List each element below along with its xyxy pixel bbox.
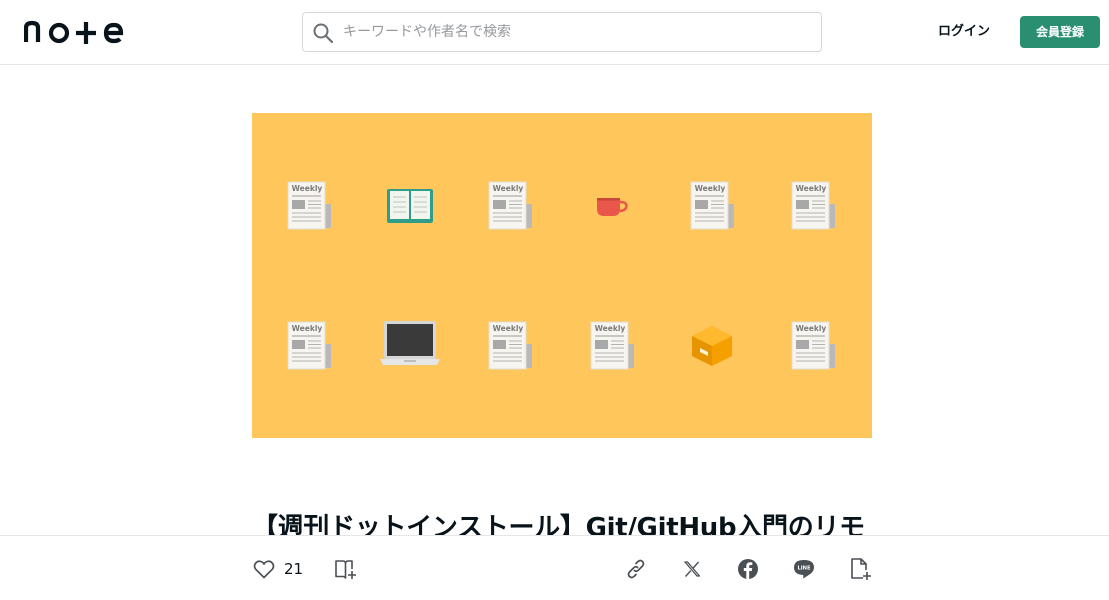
x-icon[interactable] — [680, 557, 704, 581]
box-icon — [692, 326, 732, 366]
svg-text:Weekly: Weekly — [493, 324, 524, 333]
signup-button[interactable]: 会員登録 — [1020, 16, 1100, 48]
newspaper-icon: Weekly — [791, 321, 835, 370]
svg-text:LINE: LINE — [797, 565, 811, 571]
svg-text:Weekly: Weekly — [796, 184, 827, 193]
newspaper-icon: Weekly — [791, 181, 835, 230]
newspaper-icon: Weekly — [488, 181, 532, 230]
laptop-icon — [380, 321, 440, 365]
search-icon — [313, 23, 334, 44]
facebook-icon[interactable] — [736, 557, 760, 581]
note-add-icon[interactable] — [848, 557, 872, 581]
svg-text:Weekly: Weekly — [292, 324, 323, 333]
book-icon — [387, 189, 433, 223]
svg-text:Weekly: Weekly — [493, 184, 524, 193]
link-icon[interactable] — [624, 557, 648, 581]
eyecatch-illustration: Weekly Weekly Weekly Weekly Weekly Weekly Week… — [287, 181, 835, 370]
article-eyecatch-image: Weekly Weekly Weekly Weekly Weekly Weekly Week… — [252, 113, 872, 438]
newspaper-icon: Weekly — [590, 321, 634, 370]
heart-icon[interactable] — [252, 557, 276, 581]
like-count: 21 — [284, 560, 304, 578]
site-header: ログイン 会員登録 — [0, 0, 1109, 65]
search-input[interactable] — [343, 13, 813, 51]
newspaper-icon: Weekly — [690, 181, 734, 230]
svg-text:Weekly: Weekly — [292, 184, 323, 193]
magazine-add-icon[interactable] — [334, 557, 358, 581]
cup-icon — [597, 198, 628, 216]
svg-text:Weekly: Weekly — [595, 324, 626, 333]
article-action-bar: 21 LINE — [0, 535, 1109, 600]
line-icon[interactable]: LINE — [792, 557, 816, 581]
login-button[interactable]: ログイン — [924, 16, 1004, 48]
svg-text:Weekly: Weekly — [695, 184, 726, 193]
newspaper-icon: Weekly — [488, 321, 532, 370]
newspaper-icon: Weekly — [287, 321, 331, 370]
note-logo[interactable] — [24, 18, 124, 46]
svg-text:Weekly: Weekly — [796, 324, 827, 333]
newspaper-icon: Weekly — [287, 181, 331, 230]
search-box[interactable] — [302, 12, 822, 52]
